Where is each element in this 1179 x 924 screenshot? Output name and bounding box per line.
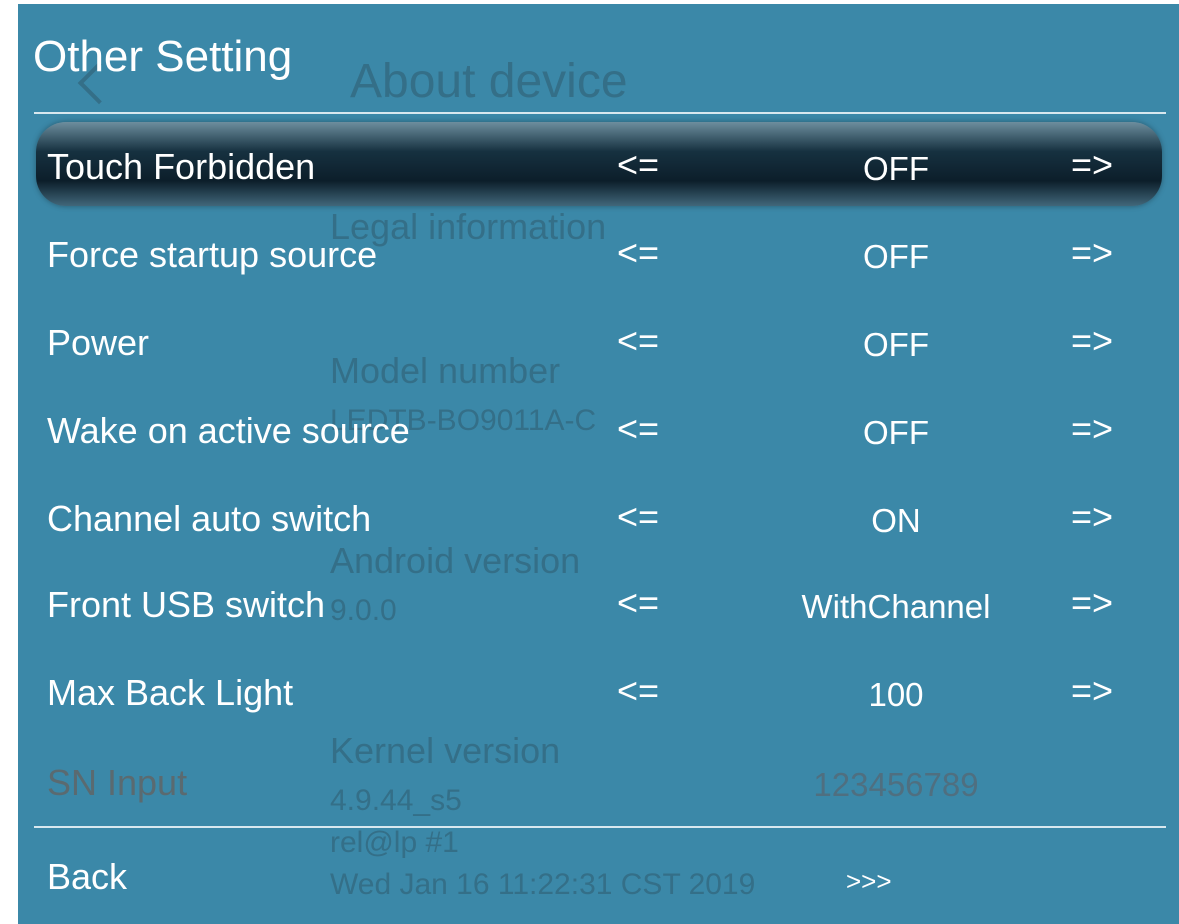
increase-arrow[interactable]: =>: [1071, 320, 1113, 362]
setting-row-touch-forbidden[interactable]: Touch Forbidden <= OFF =>: [36, 122, 1162, 206]
decrease-arrow[interactable]: <=: [617, 320, 659, 362]
decrease-arrow[interactable]: <=: [617, 232, 659, 274]
setting-row-front-usb-switch[interactable]: Front USB switch <= WithChannel =>: [36, 560, 1162, 644]
setting-row-power[interactable]: Power <= OFF =>: [36, 298, 1162, 382]
setting-row-channel-auto-switch[interactable]: Channel auto switch <= ON =>: [36, 474, 1162, 558]
setting-label: SN Input: [47, 762, 188, 803]
decrease-arrow[interactable]: <=: [617, 408, 659, 450]
page-title: Other Setting: [33, 32, 293, 81]
bg-page-title: About device: [350, 55, 628, 108]
setting-value: WithChannel: [801, 588, 991, 625]
setting-row-wake-on-active-source[interactable]: Wake on active source <= OFF =>: [36, 386, 1162, 470]
increase-arrow[interactable]: =>: [1071, 232, 1113, 274]
increase-arrow[interactable]: =>: [1071, 496, 1113, 538]
setting-label: Front USB switch: [47, 584, 326, 625]
setting-label: Wake on active source: [47, 410, 410, 451]
settings-dialog: About device Legal information Model num…: [18, 4, 1179, 924]
setting-row-max-back-light[interactable]: Max Back Light <= 100 =>: [36, 648, 1162, 732]
setting-value: OFF: [863, 326, 929, 363]
header-divider: [34, 112, 1166, 114]
back-button[interactable]: Back >>>: [36, 842, 1162, 912]
setting-label: Touch Forbidden: [47, 146, 316, 187]
decrease-arrow[interactable]: <=: [617, 582, 659, 624]
back-arrows: >>>: [846, 866, 892, 896]
setting-value: OFF: [863, 238, 929, 275]
setting-label: Force startup source: [47, 234, 378, 275]
decrease-arrow[interactable]: <=: [617, 496, 659, 538]
sn-value: 123456789: [813, 766, 979, 803]
setting-row-force-startup-source[interactable]: Force startup source <= OFF =>: [36, 210, 1162, 294]
setting-value: ON: [871, 502, 921, 539]
increase-arrow[interactable]: =>: [1071, 408, 1113, 450]
increase-arrow[interactable]: =>: [1071, 582, 1113, 624]
setting-value: OFF: [863, 414, 929, 451]
decrease-arrow[interactable]: <=: [617, 144, 659, 186]
increase-arrow[interactable]: =>: [1071, 144, 1113, 186]
setting-value: 100: [868, 676, 924, 713]
back-label: Back: [47, 856, 128, 897]
increase-arrow[interactable]: =>: [1071, 670, 1113, 712]
setting-row-sn-input: SN Input 123456789: [36, 738, 1162, 822]
setting-value: OFF: [863, 150, 929, 187]
setting-label: Max Back Light: [47, 672, 294, 713]
footer-divider: [34, 826, 1166, 828]
setting-label: Channel auto switch: [47, 498, 372, 539]
setting-label: Power: [47, 322, 150, 363]
decrease-arrow[interactable]: <=: [617, 670, 659, 712]
